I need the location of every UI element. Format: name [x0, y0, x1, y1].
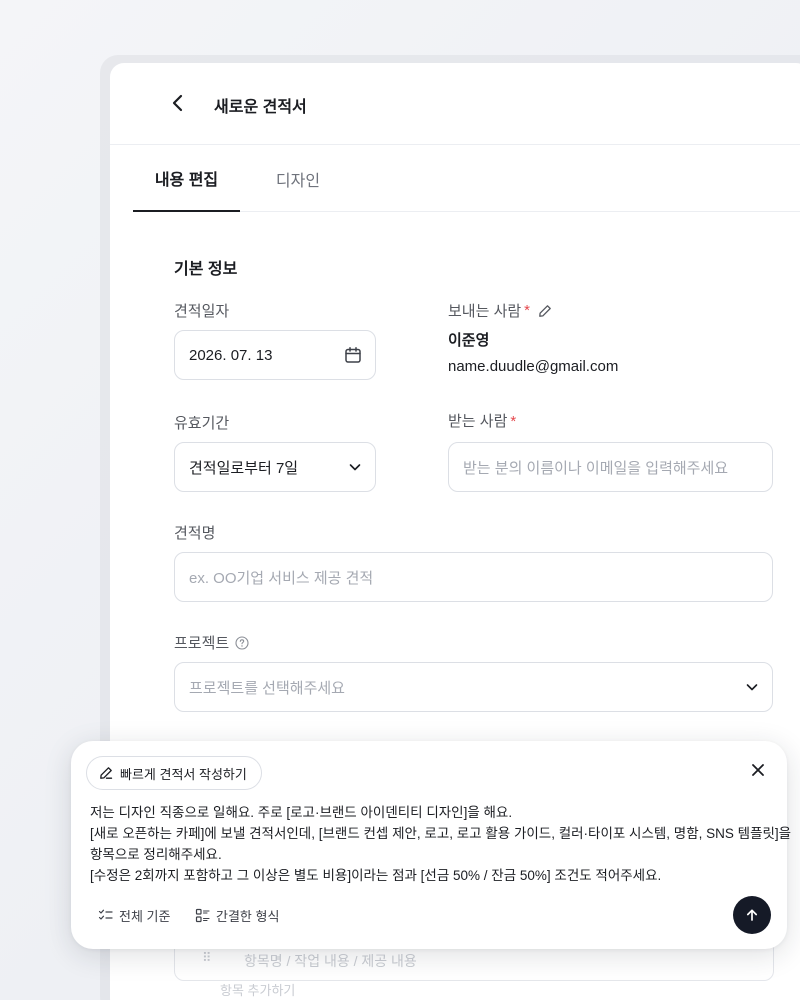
recipient-placeholder: 받는 분의 이름이나 이메일을 입력해주세요: [463, 459, 729, 477]
drag-handle-icon[interactable]: ⠿: [202, 950, 212, 966]
section-title: 기본 정보: [174, 261, 238, 278]
prompt-textarea[interactable]: 저는 디자인 직종으로 일해요. 주로 [로고·브랜드 아이덴티티 디자인]을 …: [90, 802, 792, 886]
tab-design[interactable]: 디자인: [263, 145, 333, 212]
quote-name-input[interactable]: ex. OO기업 서비스 제공 견적: [174, 552, 773, 602]
prompt-line: [새로 오픈하는 카페]에 보낼 견적서인데, [브랜드 컨셉 제안, 로고, …: [90, 826, 792, 841]
quick-quote-assistant: 빠르게 견적서 작성하기 저는 디자인 직종으로 일해요. 주로 [로고·브랜드…: [71, 741, 792, 949]
quote-name-placeholder: ex. OO기업 서비스 제공 견적: [189, 569, 374, 587]
chevron-left-icon: [172, 94, 183, 112]
option-concise-label: 간결한 형식: [216, 909, 280, 924]
chevron-down-icon: [348, 460, 362, 474]
validity-select[interactable]: 견적일로부터 7일: [174, 442, 376, 492]
quote-date-value: 2026. 07. 13: [189, 346, 273, 364]
option-all-label: 전체 기준: [119, 909, 171, 924]
page-title: 새로운 견적서: [214, 99, 307, 116]
close-button[interactable]: [747, 759, 769, 781]
quote-name-label: 견적명: [174, 525, 216, 542]
back-button[interactable]: [166, 91, 190, 115]
quick-quote-chip-label: 빠르게 견적서 작성하기: [120, 766, 247, 782]
project-select[interactable]: 프로젝트를 선택해주세요: [174, 662, 773, 712]
checklist-icon: [98, 909, 113, 920]
required-mark: *: [510, 413, 517, 430]
required-mark: *: [524, 302, 531, 319]
header: 새로운 견적서: [110, 63, 800, 145]
calendar-icon[interactable]: [344, 346, 362, 364]
pencil-icon: [100, 767, 113, 779]
send-button[interactable]: [733, 896, 771, 934]
quick-quote-chip[interactable]: 빠르게 견적서 작성하기: [86, 756, 262, 790]
sender-name: 이준영: [448, 332, 490, 349]
validity-label: 유효기간: [174, 415, 230, 432]
prompt-line: 항목으로 정리해주세요.: [90, 847, 222, 862]
layout-list-icon: [195, 908, 210, 923]
add-item-link[interactable]: 항목 추가하기: [220, 980, 295, 999]
quote-date-label: 견적일자: [174, 303, 230, 320]
sender-label-row: 보내는 사람 *: [448, 300, 552, 321]
option-concise-format[interactable]: 간결한 형식: [195, 906, 279, 925]
tab-bar: 내용 편집 디자인: [133, 145, 800, 212]
chevron-down-icon: [745, 680, 759, 694]
quote-date-input[interactable]: 2026. 07. 13: [174, 330, 376, 380]
prompt-line: 저는 디자인 직종으로 일해요. 주로 [로고·브랜드 아이덴티티 디자인]을 …: [90, 805, 513, 820]
arrow-up-icon: [746, 909, 758, 921]
project-label-row: 프로젝트: [174, 632, 249, 653]
sender-email: name.duudle@gmail.com: [448, 358, 619, 375]
close-icon: [752, 764, 764, 776]
prompt-line: [수정은 2회까지 포함하고 그 이상은 별도 비용]이라는 점과 [선금 50…: [90, 868, 662, 883]
project-label: 프로젝트: [174, 635, 230, 652]
pencil-icon[interactable]: [538, 304, 552, 318]
recipient-label: 받는 사람: [448, 413, 508, 430]
validity-value: 견적일로부터 7일: [189, 459, 299, 477]
project-placeholder: 프로젝트를 선택해주세요: [189, 679, 345, 697]
tab-content-edit[interactable]: 내용 편집: [133, 145, 240, 212]
sender-label: 보내는 사람: [448, 303, 522, 320]
recipient-label-row: 받는 사람 *: [448, 410, 516, 431]
item-row-placeholder: 항목명 / 작업 내용 / 제공 내용: [244, 953, 417, 969]
help-icon[interactable]: [235, 635, 249, 650]
recipient-input[interactable]: 받는 분의 이름이나 이메일을 입력해주세요: [448, 442, 773, 492]
option-all-criteria[interactable]: 전체 기준: [98, 906, 170, 925]
